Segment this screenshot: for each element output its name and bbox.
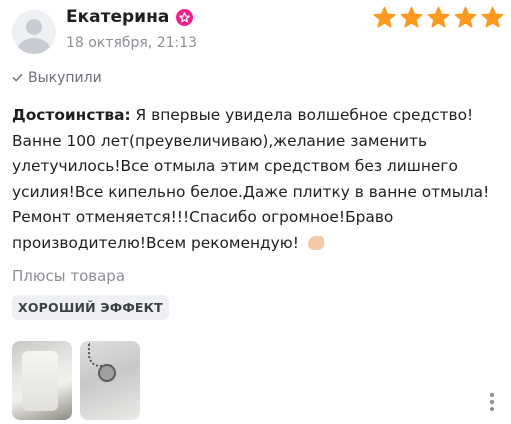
star-icon xyxy=(400,6,423,34)
bought-label: Выкупили xyxy=(28,70,102,86)
verified-badge-icon xyxy=(176,8,194,26)
author-name-row: Екатерина xyxy=(66,7,194,27)
author-name: Екатерина xyxy=(66,7,170,27)
user-avatar[interactable] xyxy=(12,10,56,54)
bought-status: Выкупили xyxy=(12,70,102,86)
avatar-head-icon xyxy=(26,19,42,35)
review-photo-2[interactable] xyxy=(80,341,140,420)
bathtub-drain-icon xyxy=(98,364,116,382)
star-icon xyxy=(373,6,396,34)
kebab-dot xyxy=(490,393,494,397)
star-icon xyxy=(427,6,450,34)
advantages-label: Достоинства: xyxy=(12,106,131,124)
avatar-body-icon xyxy=(17,38,51,54)
star-icon xyxy=(481,6,504,34)
review-text: Достоинства: Я впервые увидела волшебное… xyxy=(12,103,507,256)
advantages-text: Я впервые увидела волшебное средство! Ва… xyxy=(12,106,490,252)
pros-title: Плюсы товара xyxy=(12,267,126,285)
more-options-icon[interactable] xyxy=(488,393,496,411)
rating-stars xyxy=(373,6,504,34)
checkmark-icon xyxy=(12,71,23,85)
bathtub-photo-icon xyxy=(22,351,58,411)
review-photo-1[interactable] xyxy=(12,341,72,420)
review-date: 18 октября, 21:13 xyxy=(66,35,198,51)
star-icon xyxy=(454,6,477,34)
pros-tag: ХОРОШИЙ ЭФФЕКТ xyxy=(12,295,169,320)
flexed-biceps-icon xyxy=(307,235,324,250)
kebab-dot xyxy=(490,400,494,404)
kebab-dot xyxy=(490,407,494,411)
